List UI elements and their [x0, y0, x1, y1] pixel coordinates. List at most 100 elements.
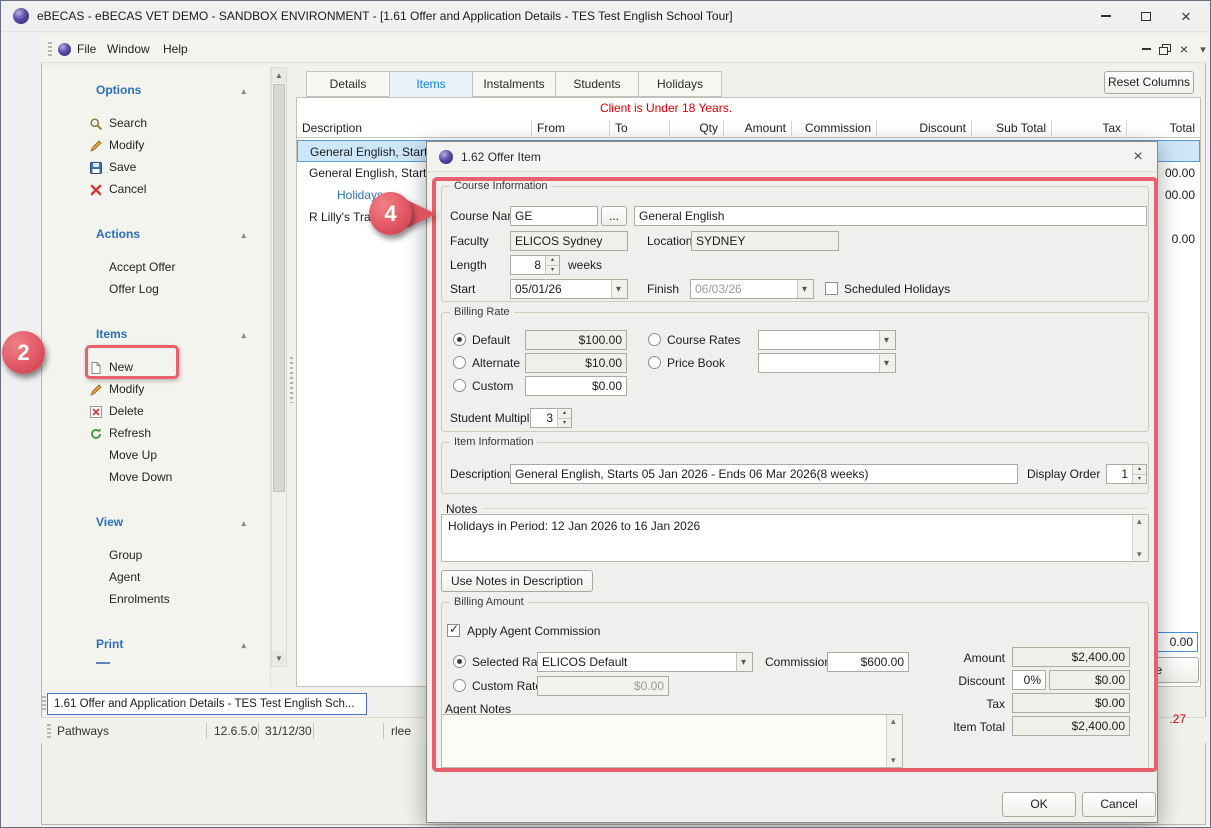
splitter-grip: [290, 357, 293, 403]
column-header-amount[interactable]: Amount: [724, 120, 792, 138]
row-total: 0.00: [1172, 228, 1195, 250]
scrollbar-thumb[interactable]: [273, 84, 285, 492]
under-18-warning: Client is Under 18 Years.: [296, 101, 1036, 115]
sidebar-item-agent[interactable]: Agent: [42, 566, 270, 588]
collapse-arrow-icon[interactable]: [241, 222, 246, 246]
sidebar-item-label: Move Down: [109, 470, 172, 484]
row-total: 00.00: [1165, 184, 1195, 206]
sidebar-item-offer-log[interactable]: Offer Log: [42, 278, 270, 300]
open-window-status-item[interactable]: 1.61 Offer and Application Details - TES…: [47, 693, 367, 715]
tab-students[interactable]: Students: [555, 71, 639, 97]
sidebar-item-delete[interactable]: Delete: [42, 400, 270, 422]
mdi-minimize-button[interactable]: [1137, 39, 1155, 59]
dialog-title: 1.62 Offer Item: [461, 142, 541, 172]
mdi-restore-button[interactable]: [1156, 39, 1174, 59]
search-icon: [89, 116, 103, 130]
row-total: 00.00: [1165, 162, 1195, 184]
statusbar-pathways: Pathways: [57, 718, 109, 744]
collapse-arrow-icon[interactable]: [241, 510, 246, 534]
ok-button[interactable]: OK: [1002, 792, 1076, 817]
row-description: General English, Starts: [309, 162, 432, 184]
maximize-icon: [1141, 12, 1151, 21]
column-header-discount[interactable]: Discount: [877, 120, 972, 138]
column-header-to[interactable]: To: [610, 120, 670, 138]
dialog-close-button[interactable]: [1125, 145, 1151, 169]
sidebar-item-label: Agent: [109, 570, 140, 584]
section-title: Items: [96, 327, 127, 341]
dialog-titlebar: 1.62 Offer Item: [427, 142, 1157, 172]
sidebar-section-header-view[interactable]: View: [42, 510, 270, 534]
column-header-subtotal[interactable]: Sub Total: [972, 120, 1052, 138]
sidebar-section-options: Options Search Modify Save Can: [42, 72, 270, 216]
restore-icon: [1159, 44, 1171, 55]
close-icon: [1180, 42, 1188, 57]
column-header-description[interactable]: Description: [297, 120, 532, 138]
sidebar-item-label: Delete: [109, 404, 144, 418]
tab-details[interactable]: Details: [306, 71, 390, 97]
statusbar-date: 31/12/30: [265, 718, 312, 744]
sidebar-item-label: Modify: [109, 138, 144, 152]
sidebar-section-header-print[interactable]: Print: [42, 632, 270, 656]
sidebar-item-refresh[interactable]: Refresh: [42, 422, 270, 444]
maximize-button[interactable]: [1126, 1, 1166, 31]
sidebar-scrollbar[interactable]: ▲ ▼: [271, 67, 287, 667]
sidebar-section-header-actions[interactable]: Actions: [42, 222, 270, 246]
ebecas-main-window: eBECAS - eBECAS VET DEMO - SANDBOX ENVIR…: [0, 0, 1211, 828]
sidebar-section-header-options[interactable]: Options: [42, 78, 270, 102]
cancel-button[interactable]: Cancel: [1082, 792, 1156, 817]
sidebar-item-search[interactable]: Search: [42, 112, 270, 134]
window-title: eBECAS - eBECAS VET DEMO - SANDBOX ENVIR…: [37, 1, 733, 31]
column-header-commission[interactable]: Commission: [792, 120, 877, 138]
minimize-icon: [1101, 15, 1111, 17]
column-header-qty[interactable]: Qty: [670, 120, 724, 138]
statusbar-separator: [313, 723, 314, 739]
sidebar-item-label: Accept Offer: [109, 260, 175, 274]
print-section-divider: [96, 662, 110, 664]
reset-columns-button[interactable]: Reset Columns: [1104, 71, 1194, 94]
statusbar-separator: [206, 723, 207, 739]
toolbar-options-button[interactable]: [1194, 39, 1211, 59]
sidebar-item-save[interactable]: Save: [42, 156, 270, 178]
menubar: File Window Help: [41, 35, 1206, 63]
sidebar-section-view: View Group Agent Enrolments: [42, 504, 270, 626]
sidebar-item-enrolments[interactable]: Enrolments: [42, 588, 270, 610]
sidebar-item-group[interactable]: Group: [42, 544, 270, 566]
sidebar-item-label: Save: [109, 160, 136, 174]
statusbox-grip[interactable]: [42, 696, 46, 712]
grid-header: Description From To Qty Amount Commissio…: [297, 120, 1200, 138]
menubar-grip[interactable]: [48, 42, 52, 56]
collapse-arrow-icon[interactable]: [241, 78, 246, 102]
menu-help[interactable]: Help: [157, 35, 194, 63]
sidebar-section-actions: Actions Accept Offer Offer Log: [42, 216, 270, 316]
tab-holidays[interactable]: Holidays: [638, 71, 722, 97]
mdi-close-button[interactable]: [1175, 39, 1193, 59]
tab-instalments[interactable]: Instalments: [472, 71, 556, 97]
collapse-arrow-icon[interactable]: [241, 632, 246, 656]
section-title: View: [96, 515, 123, 529]
sidebar-item-label: Move Up: [109, 448, 157, 462]
column-header-tax[interactable]: Tax: [1052, 120, 1127, 138]
close-button[interactable]: [1166, 1, 1206, 31]
menu-window[interactable]: Window: [101, 35, 156, 63]
sidebar-item-label: Search: [109, 116, 147, 130]
section-title: Actions: [96, 227, 140, 241]
annotation-highlight-rect-new: [85, 345, 179, 379]
sidebar-item-modify[interactable]: Modify: [42, 134, 270, 156]
sidebar-item-cancel[interactable]: Cancel: [42, 178, 270, 200]
column-header-from[interactable]: From: [532, 120, 610, 138]
pin-icon: [1200, 42, 1206, 56]
column-header-total[interactable]: Total: [1127, 120, 1200, 138]
collapse-arrow-icon[interactable]: [241, 322, 246, 346]
sidebar-item-modify-item[interactable]: Modify: [42, 378, 270, 400]
sidebar-item-move-down[interactable]: Move Down: [42, 466, 270, 488]
menu-file[interactable]: File: [71, 35, 102, 63]
scroll-down-icon[interactable]: ▼: [272, 651, 286, 666]
minimize-button[interactable]: [1086, 1, 1126, 31]
tab-items[interactable]: Items: [389, 71, 473, 97]
splitter[interactable]: [288, 67, 295, 687]
sidebar-item-move-up[interactable]: Move Up: [42, 444, 270, 466]
sidebar-section-header-items[interactable]: Items: [42, 322, 270, 346]
scroll-up-icon[interactable]: ▲: [272, 68, 286, 83]
annotation-step-badge-4: 4: [369, 192, 412, 235]
sidebar-item-accept-offer[interactable]: Accept Offer: [42, 256, 270, 278]
